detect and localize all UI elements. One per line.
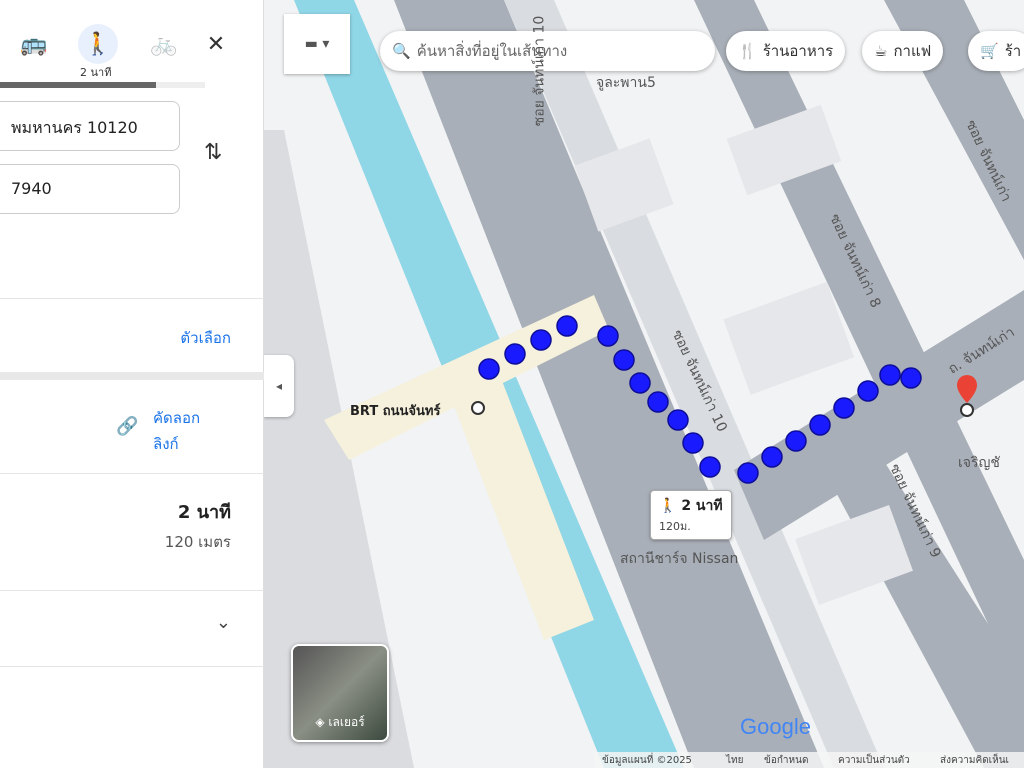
walking-mode-button[interactable]: 🚶 <box>78 24 118 64</box>
cart-icon: 🛒 <box>980 42 999 60</box>
chip-restaurants[interactable]: 🍴 ร้านอาหาร <box>726 31 846 71</box>
loading-bar <box>0 82 205 88</box>
swap-icon[interactable]: ⇅ <box>204 140 222 165</box>
search-icon: 🔍 <box>392 42 411 60</box>
route-dot <box>556 315 578 337</box>
route-dot <box>879 364 901 386</box>
bus-icon: 🚌 <box>20 31 48 57</box>
route-dot <box>699 456 721 478</box>
walking-time: 2 นาที <box>80 66 112 79</box>
chip-label: กาแฟ <box>893 42 932 60</box>
map-data-credit: ข้อมูลแผนที่ ©2025 <box>602 755 692 766</box>
collapse-panel-button[interactable]: ◂ <box>264 355 294 417</box>
close-button[interactable]: ✕ <box>196 24 236 64</box>
google-logo: Google <box>740 714 811 739</box>
chip-shopping[interactable]: 🛒 ร้า <box>968 31 1024 71</box>
route-dot <box>647 391 669 413</box>
close-icon: ✕ <box>206 31 226 57</box>
route-dot <box>833 397 855 419</box>
options-link[interactable]: ตัวเลือก <box>180 326 231 350</box>
restaurant-icon: 🍴 <box>738 42 757 60</box>
transit-mode-button[interactable]: 🚌 <box>14 24 54 64</box>
terms-link[interactable]: ข้อกำหนด <box>764 753 808 768</box>
route-dot <box>478 358 500 380</box>
route-dot <box>613 349 635 371</box>
origin-input[interactable]: พมหานคร 10120 <box>0 101 180 151</box>
bicycle-mode-button[interactable]: 🚲 <box>144 24 184 64</box>
transit-layer-toggle[interactable]: ▬ ▾ <box>284 14 350 74</box>
callout-distance: 120ม. <box>659 520 691 533</box>
coffee-icon: ☕ <box>874 42 888 60</box>
layers-button[interactable]: ◈ เลเยอร์ <box>291 644 389 742</box>
route-dot <box>761 446 783 468</box>
privacy-link[interactable]: ความเป็นส่วนตัว <box>838 753 910 768</box>
poi-label[interactable]: จูละพาน5 <box>596 72 656 94</box>
bicycle-icon: 🚲 <box>150 31 178 57</box>
route-dot <box>737 462 759 484</box>
route-dot <box>629 372 651 394</box>
copy-link-button[interactable]: คัดลอกลิงก์ <box>153 405 200 457</box>
layers-label: เลเยอร์ <box>328 715 365 729</box>
walk-icon: 🚶 <box>659 498 677 514</box>
expand-chevron-icon[interactable]: ⌄ <box>216 612 231 633</box>
route-dot <box>530 329 552 351</box>
street-label: ซอย จันทน์เก่า 10 <box>531 15 548 127</box>
link-icon: 🔗 <box>116 416 139 437</box>
origin-stop-marker <box>471 401 485 415</box>
chip-coffee[interactable]: ☕ กาแฟ <box>862 31 944 71</box>
directions-panel: 🚌 🚶 2 นาที 🚲 ✕ พมหานคร 10120 7940 ⇅ ตัวเ… <box>0 0 264 768</box>
route-dot <box>809 414 831 436</box>
route-dot <box>504 343 526 365</box>
destination-marker <box>960 403 974 417</box>
chip-label: ร้า <box>1004 42 1022 60</box>
map-canvas[interactable]: ▬ ▾ 🔍 ค้นหาสิ่งที่อยู่ในเส้นทาง 🍴 ร้านอาหา… <box>264 0 1024 768</box>
route-distance: 120 เมตร <box>164 533 231 551</box>
route-dot <box>857 380 879 402</box>
layers-icon: ◈ <box>315 715 325 729</box>
copy-link-line1: คัดลอก <box>153 409 201 427</box>
chip-label: ร้านอาหาร <box>762 42 834 60</box>
route-dot <box>667 409 689 431</box>
walk-icon: 🚶 <box>84 31 112 57</box>
copy-link-line2: ลิงก์ <box>153 435 179 453</box>
route-dot <box>682 432 704 454</box>
keyboard-icon: ▬ ▾ <box>304 36 330 52</box>
callout-time: 2 นาที <box>681 498 723 514</box>
route-dot <box>597 325 619 347</box>
feedback-link[interactable]: ส่งความคิดเห็นเ <box>940 753 1009 768</box>
poi-label[interactable]: เจริญชั <box>958 452 1000 474</box>
route-dot <box>900 367 922 389</box>
ev-station-label[interactable]: สถานีชาร์จ Nissan <box>620 548 738 570</box>
route-callout[interactable]: 🚶 2 นาที 120ม. <box>650 490 732 540</box>
destination-input[interactable]: 7940 <box>0 164 180 214</box>
origin-stop-label[interactable]: BRT ถนนจันทร์ <box>350 400 440 421</box>
language-link[interactable]: ไทย <box>726 753 743 768</box>
route-time: 2 นาที <box>177 502 231 523</box>
route-dot <box>785 430 807 452</box>
